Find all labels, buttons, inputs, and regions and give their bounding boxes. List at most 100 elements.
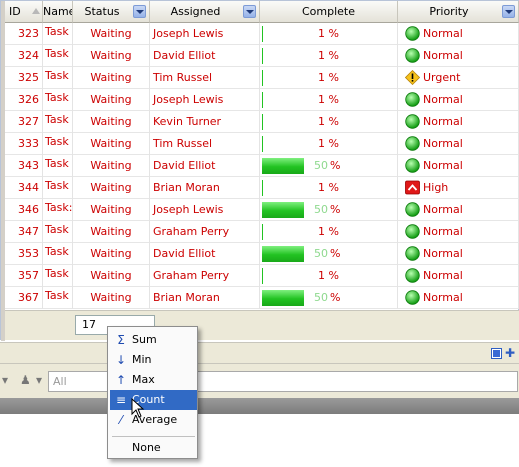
percent-text: 1 % (318, 71, 339, 84)
percent-suffix: % (330, 159, 341, 172)
restore-icon[interactable] (491, 348, 502, 359)
percent-text: 1 % (318, 93, 339, 106)
column-header-priority-label: Priority (429, 5, 469, 18)
cell-priority: Normal (398, 89, 519, 111)
percent-suffix: % (330, 203, 341, 216)
cell-id: 325 (5, 67, 43, 89)
priority-label: Normal (423, 49, 463, 62)
table-row[interactable]: 333 Task Waiting Tim Russel 1 % Normal (5, 133, 519, 155)
menu-item-none[interactable]: None (110, 438, 197, 458)
menu-item-sum[interactable]: Σ Sum (110, 330, 197, 350)
percent-text: 1 % (318, 49, 339, 62)
column-header-id[interactable]: ID (5, 1, 43, 23)
green-circle-icon (405, 268, 420, 283)
cell-priority: Normal (398, 199, 519, 221)
menu-item-none-label: None (132, 441, 161, 454)
cell-assigned: David Elliot (150, 243, 260, 265)
progress-bar-fill (262, 202, 304, 218)
table-row[interactable]: 346 Task: Waiting Joseph Lewis 50% Normal (5, 199, 519, 221)
cell-name: Task (43, 67, 73, 89)
table-row[interactable]: 347 Task Waiting Graham Perry 1 % Normal (5, 221, 519, 243)
sigma-icon: Σ (117, 333, 125, 347)
table-row[interactable]: 323 Task Waiting Joseph Lewis 1 % Normal (5, 23, 519, 45)
cell-complete: 50% (260, 155, 398, 177)
column-header-assigned-label: Assigned (170, 5, 221, 18)
priority-label: Normal (423, 247, 463, 260)
table-row[interactable]: 325 Task Waiting Tim Russel 1 % Urgent (5, 67, 519, 89)
percent-text: 1 % (318, 269, 339, 282)
progress-bar-fill (262, 246, 304, 262)
table-row[interactable]: 344 Task Waiting Brian Moran 1 % High (5, 177, 519, 199)
progress-bar-fill (262, 290, 304, 306)
assigned-filter-dropdown-icon[interactable] (243, 5, 256, 18)
cell-priority: Normal (398, 111, 519, 133)
cell-priority: Normal (398, 155, 519, 177)
status-strip (0, 398, 519, 414)
cell-assigned: Graham Perry (150, 265, 260, 287)
column-header-status[interactable]: Status (73, 1, 150, 23)
green-circle-icon (405, 246, 420, 261)
grid-footer: 17 (5, 310, 519, 340)
table-row[interactable]: 327 Task Waiting Kevin Turner 1 % Normal (5, 111, 519, 133)
cell-priority: Normal (398, 23, 519, 45)
column-header-priority[interactable]: Priority (398, 1, 519, 23)
menu-item-count[interactable]: ≡ Count (110, 390, 197, 410)
column-header-complete-label: Complete (301, 5, 355, 18)
priority-filter-dropdown-icon[interactable] (502, 5, 515, 18)
percent-suffix: % (330, 291, 341, 304)
min-icon: ↓ (115, 353, 127, 367)
green-circle-icon (405, 290, 420, 305)
menu-item-min[interactable]: ↓ Min (110, 350, 197, 370)
column-header-assigned[interactable]: Assigned (150, 1, 260, 23)
count-icon: ≡ (115, 393, 127, 407)
cell-status: Waiting (73, 155, 150, 177)
table-row[interactable]: 343 Task Waiting David Elliot 50% Normal (5, 155, 519, 177)
menu-item-max[interactable]: ↑ Max (110, 370, 197, 390)
status-filter-dropdown-icon[interactable] (133, 5, 146, 18)
cell-id: 357 (5, 265, 43, 287)
table-row[interactable]: 324 Task Waiting David Elliot 1 % Normal (5, 45, 519, 67)
cell-complete: 1 % (260, 45, 398, 67)
cell-priority: Normal (398, 133, 519, 155)
cell-assigned: Tim Russel (150, 133, 260, 155)
priority-label: Normal (423, 269, 463, 282)
cell-complete: 50% (260, 199, 398, 221)
cell-name: Task (43, 177, 73, 199)
cell-complete: 1 % (260, 221, 398, 243)
high-priority-icon (405, 180, 420, 195)
cell-name: Task (43, 221, 73, 243)
menu-item-average[interactable]: ⁄ Average (110, 410, 197, 430)
column-header-complete[interactable]: Complete (260, 1, 398, 23)
green-circle-icon (405, 202, 420, 217)
table-row[interactable]: 353 Task Waiting David Elliot 50% Normal (5, 243, 519, 265)
cell-id: 324 (5, 45, 43, 67)
user-icon[interactable]: ♟ (20, 373, 34, 387)
cell-status: Waiting (73, 45, 150, 67)
cell-priority: Normal (398, 45, 519, 67)
cell-name: Task (43, 243, 73, 265)
column-header-name[interactable]: Name (43, 1, 73, 23)
cell-complete: 1 % (260, 133, 398, 155)
cell-assigned: Joseph Lewis (150, 199, 260, 221)
percent-text: 1 % (318, 115, 339, 128)
priority-label: Normal (423, 225, 463, 238)
percent-text: 1 % (318, 137, 339, 150)
cell-id: 323 (5, 23, 43, 45)
table-row[interactable]: 357 Task Waiting Graham Perry 1 % Normal (5, 265, 519, 287)
table-row[interactable]: 326 Task Waiting Joseph Lewis 1 % Normal (5, 89, 519, 111)
percent-text: 1 % (318, 225, 339, 238)
cell-assigned: Brian Moran (150, 177, 260, 199)
progress-bar-label: 50 (314, 203, 328, 216)
cell-id: 353 (5, 243, 43, 265)
pin-icon[interactable]: ✚ (505, 346, 517, 360)
cell-status: Waiting (73, 67, 150, 89)
toolbar-dropdown-icon[interactable]: ▾ (2, 373, 16, 387)
cell-priority: Normal (398, 265, 519, 287)
table-row[interactable]: 367 Task Waiting Brian Moran 50% Normal (5, 287, 519, 309)
cell-status: Waiting (73, 133, 150, 155)
priority-label: High (423, 181, 449, 194)
priority-label: Normal (423, 115, 463, 128)
cell-priority: Normal (398, 287, 519, 309)
progress-bar-fill (262, 158, 304, 174)
cell-priority: Urgent (398, 67, 519, 89)
